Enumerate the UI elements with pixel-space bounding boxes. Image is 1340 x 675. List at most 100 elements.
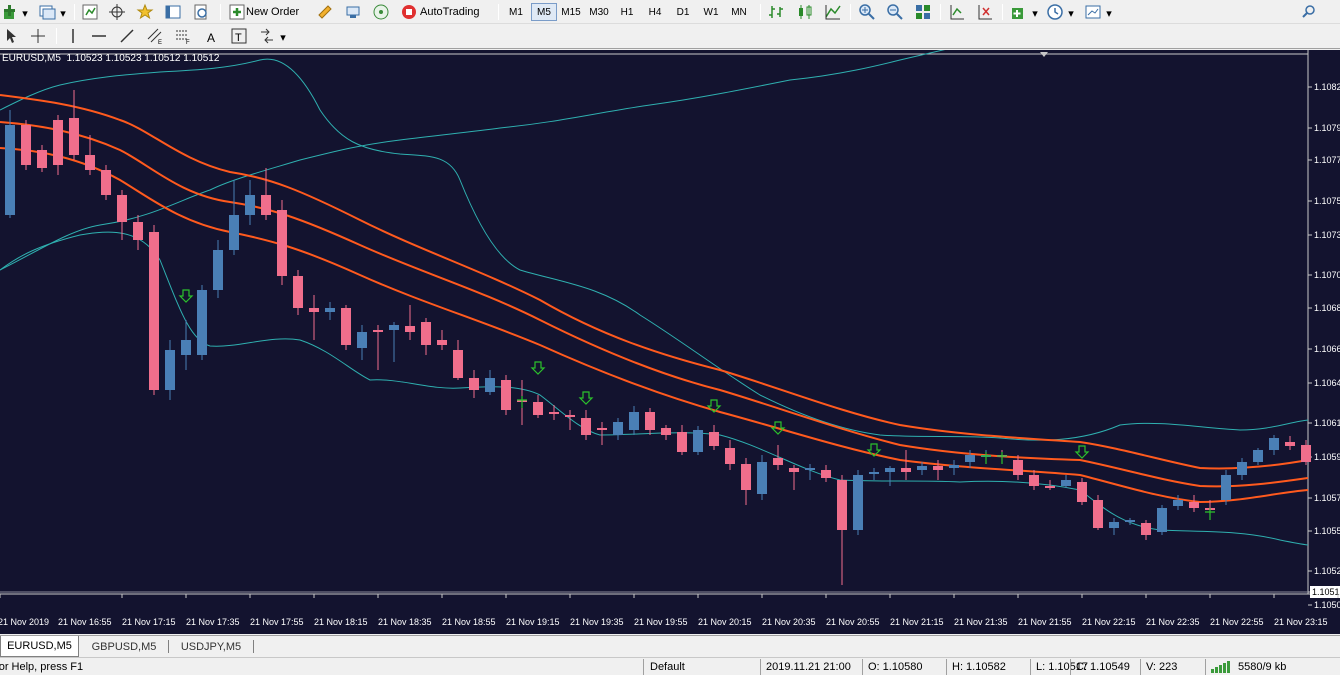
tile-windows-icon[interactable] <box>914 3 932 21</box>
market-signals-icon[interactable] <box>344 3 362 21</box>
time-tick-label: 21 Nov 21:35 <box>954 617 1008 627</box>
status-bar: For Help, press F1 Default 2019.11.21 21… <box>0 657 1340 675</box>
text-label-icon[interactable]: T <box>230 27 248 45</box>
candle-body <box>229 215 239 250</box>
timeframe-h4[interactable]: H4 <box>642 3 668 21</box>
bar-chart-icon[interactable] <box>768 3 786 21</box>
auto-scroll-icon[interactable] <box>948 3 966 21</box>
indicators-icon[interactable] <box>1010 3 1028 21</box>
line-chart-icon[interactable] <box>824 3 842 21</box>
zoom-out-icon[interactable] <box>886 3 904 21</box>
timeframe-m1[interactable]: M1 <box>503 3 529 21</box>
chart-header: EURUSD,M5 1.10523 1.10523 1.10512 1.1051… <box>2 53 220 64</box>
search-icon[interactable] <box>1300 3 1318 21</box>
drawing-toolbar: E F A T ▾ <box>0 24 1340 49</box>
periods-clock-icon[interactable] <box>1046 3 1064 21</box>
price-tick-label: 1.10525 <box>1314 566 1340 576</box>
terminal-icon[interactable] <box>164 3 182 21</box>
candle-body <box>597 428 607 430</box>
candle-body <box>325 308 335 312</box>
timeframe-m30[interactable]: M30 <box>586 3 612 21</box>
candle-body <box>581 418 591 435</box>
price-tick-label: 1.10500 <box>1314 600 1340 610</box>
timeframe-m15[interactable]: M15 <box>558 3 584 21</box>
chevron-down-icon[interactable]: ▾ <box>1066 4 1076 23</box>
timeframe-h1[interactable]: H1 <box>614 3 640 21</box>
equidistant-channel-icon[interactable]: E <box>146 27 164 45</box>
profiles-icon[interactable] <box>38 3 56 21</box>
price-tick-label: 1.10615 <box>1314 418 1340 428</box>
chevron-down-icon[interactable]: ▾ <box>1104 4 1114 23</box>
candle-body <box>1253 450 1263 462</box>
vertical-line-icon[interactable] <box>64 27 82 45</box>
tab-gbpusd[interactable]: GBPUSD,M5 <box>80 636 168 657</box>
time-tick-label: 21 Nov 18:35 <box>378 617 432 627</box>
autotrading-icon[interactable] <box>400 3 418 21</box>
candle-body <box>1141 523 1151 535</box>
candle-body <box>469 378 479 390</box>
favorites-star-icon[interactable] <box>136 3 154 21</box>
chevron-down-icon[interactable]: ▾ <box>20 4 30 23</box>
timeframe-m5[interactable]: M5 <box>531 3 557 21</box>
timeframe-w1[interactable]: W1 <box>698 3 724 21</box>
candle-body <box>53 120 63 165</box>
time-tick-label: 21 Nov 20:15 <box>698 617 752 627</box>
sell-arrow-icon <box>1074 445 1090 459</box>
chart-shift-icon[interactable] <box>976 3 994 21</box>
chevron-down-icon[interactable]: ▾ <box>278 28 288 47</box>
candle-body <box>1221 475 1231 500</box>
status-datetime: 2019.11.21 21:00 <box>766 661 851 673</box>
templates-icon[interactable] <box>1084 3 1102 21</box>
price-chart[interactable]: 1.10820 1.10795 1.10770 1.10750 1.10730 1.107… <box>0 50 1340 634</box>
chart-canvas: 1.10820 1.10795 1.10770 1.10750 1.10730 1.107… <box>0 50 1340 627</box>
candle-body <box>1109 522 1119 528</box>
candle-body <box>901 468 911 472</box>
chevron-down-icon[interactable]: ▾ <box>1030 4 1040 23</box>
metaeditor-icon[interactable] <box>316 3 334 21</box>
timeframe-d1[interactable]: D1 <box>670 3 696 21</box>
chart-tabs: EURUSD,M5 GBPUSD,M5 USDJPY,M5 <box>0 635 1340 657</box>
new-chart-icon[interactable] <box>2 3 20 21</box>
arrows-shapes-icon[interactable] <box>258 27 276 45</box>
candle-body <box>1157 508 1167 532</box>
chevron-down-icon[interactable]: ▾ <box>58 4 68 23</box>
signals-wifi-icon[interactable] <box>372 3 390 21</box>
strategy-tester-icon[interactable] <box>192 3 210 21</box>
candle-body <box>1029 475 1039 486</box>
candle-body <box>949 465 959 468</box>
crosshair-icon[interactable] <box>29 27 47 45</box>
status-traffic: 5580/9 kb <box>1238 661 1287 673</box>
candle-body <box>181 340 191 355</box>
zoom-in-icon[interactable] <box>858 3 876 21</box>
crosshair-navigator-icon[interactable] <box>108 3 126 21</box>
horizontal-line-icon[interactable] <box>90 27 108 45</box>
candle-body <box>741 464 751 490</box>
candle-body <box>757 462 767 494</box>
candle-body <box>613 422 623 435</box>
connection-bars-icon <box>1211 661 1230 673</box>
candle-body <box>437 340 447 345</box>
candle-body <box>917 466 927 470</box>
tab-usdjpy[interactable]: USDJPY,M5 <box>169 636 253 657</box>
candle-body <box>629 412 639 430</box>
autotrading-button[interactable]: AutoTrading <box>420 2 492 21</box>
candle-body <box>357 332 367 348</box>
candle-body <box>677 432 687 452</box>
tab-eurusd[interactable]: EURUSD,M5 <box>0 636 79 657</box>
market-watch-icon[interactable] <box>81 3 99 21</box>
time-tick-label: 21 Nov 22:35 <box>1146 617 1200 627</box>
price-tick-label: 1.10795 <box>1314 123 1340 133</box>
main-toolbar: ▾ ▾ New Order AutoTrading ▾ ▾ ▾ M1 M5 M15 M… <box>0 0 1340 24</box>
text-tool-icon[interactable]: A <box>202 28 220 47</box>
fibonacci-icon[interactable]: F <box>174 27 192 45</box>
new-order-icon[interactable] <box>228 3 246 21</box>
candle-body <box>1077 482 1087 502</box>
cursor-arrow-icon[interactable] <box>3 27 21 45</box>
trendline-icon[interactable] <box>118 27 136 45</box>
price-tick-label: 1.10570 <box>1314 493 1340 503</box>
timeframe-mn[interactable]: MN <box>726 3 752 21</box>
candle-body <box>1125 520 1135 522</box>
candlestick-chart-icon[interactable] <box>796 3 814 21</box>
new-order-button[interactable]: New Order <box>246 2 308 21</box>
candle-body <box>1013 460 1023 475</box>
